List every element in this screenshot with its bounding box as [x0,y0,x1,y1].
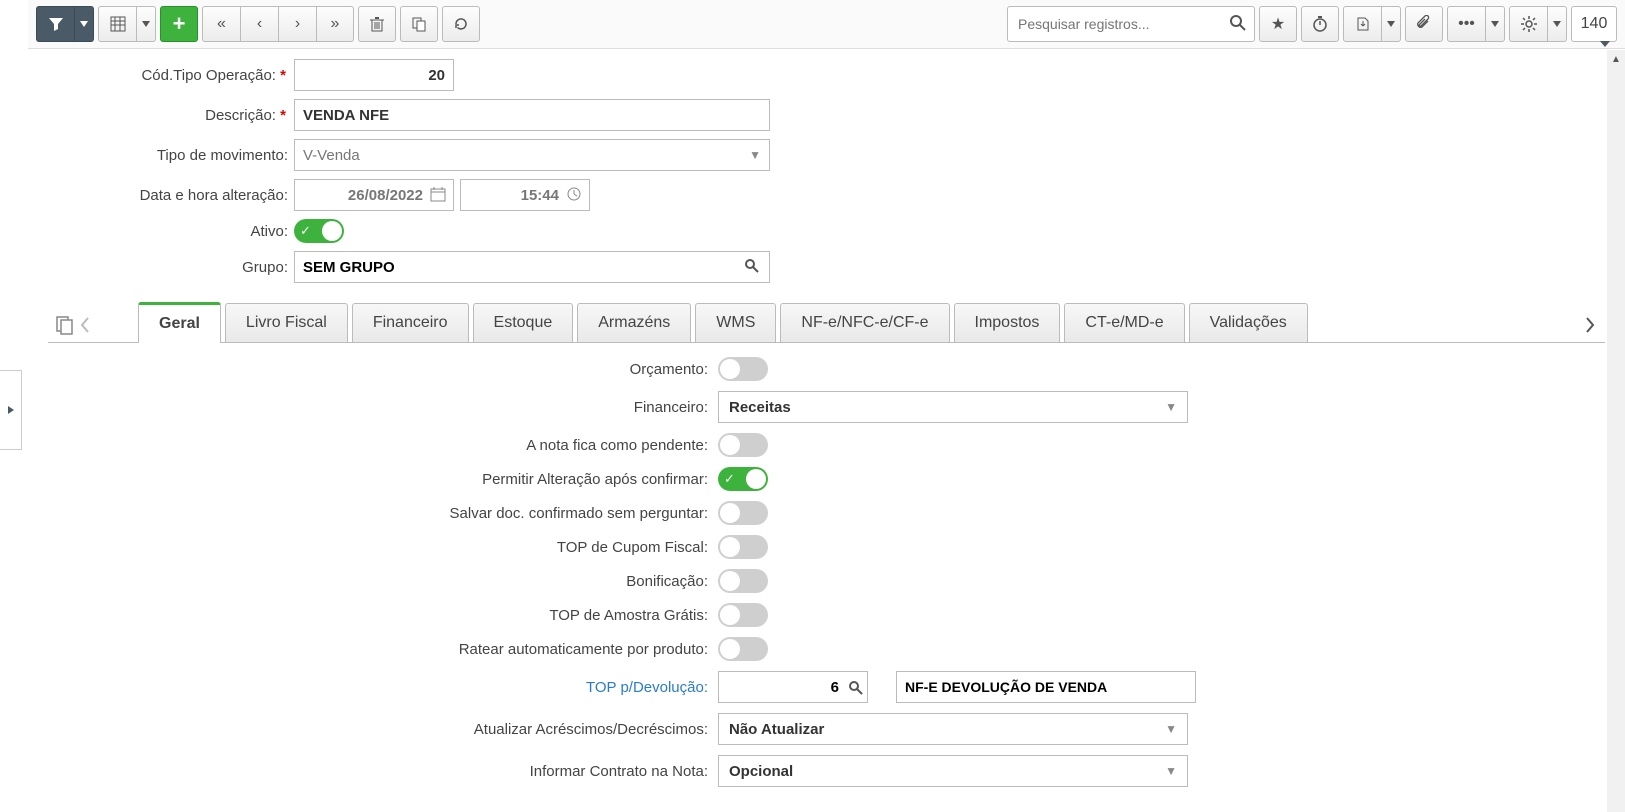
financeiro-select[interactable]: Receitas ▼ [718,391,1188,423]
label-atualizar-acrescimos: Atualizar Acréscimos/Decréscimos: [48,721,708,738]
chevron-down-icon: ▼ [1165,400,1177,414]
informar-contrato-value: Opcional [729,763,793,780]
top-amostra-toggle[interactable] [718,603,768,627]
search-icon [1229,14,1247,32]
permitir-alteracao-toggle[interactable]: ✓ [718,467,768,491]
refresh-button[interactable] [442,6,480,42]
tab-livro-fiscal[interactable]: Livro Fiscal [225,303,348,342]
chevron-down-icon: ▼ [1165,764,1177,778]
label-data-alteracao: Data e hora alteração: [48,187,288,204]
label-financeiro: Financeiro: [48,399,708,416]
tabstrip: Geral Livro Fiscal Financeiro Estoque Ar… [48,301,1605,343]
grupo-input[interactable] [294,251,770,283]
top-cupom-toggle[interactable] [718,535,768,559]
search-icon [848,680,864,696]
descricao-input[interactable] [294,99,770,131]
settings-button[interactable] [1509,6,1547,42]
label-orcamento: Orçamento: [48,361,708,378]
tab-nfe[interactable]: NF-e/NFC-e/CF-e [780,303,949,342]
tab-financeiro[interactable]: Financeiro [352,303,469,342]
grid-view-button[interactable] [98,6,136,42]
copy-tabs-icon[interactable] [54,314,76,336]
orcamento-toggle[interactable] [718,357,768,381]
data-input[interactable] [294,179,454,211]
last-record-button[interactable]: » [316,6,354,42]
financeiro-value: Receitas [729,399,791,416]
filter-button[interactable] [36,6,74,42]
form-header: Cód.Tipo Operação: * Descrição: * Tipo d… [28,49,1625,343]
export-dropdown[interactable] [1381,6,1401,42]
tab-armazens[interactable]: Armazéns [577,303,691,342]
delete-button[interactable] [358,6,396,42]
label-top-devolucao[interactable]: TOP p/Devolução: [48,679,708,696]
tab-content-geral: Orçamento: Financeiro: Receitas ▼ A nota… [28,343,1625,812]
label-bonificacao: Bonificação: [48,573,708,590]
hora-input[interactable] [460,179,590,211]
label-ratear: Ratear automaticamente por produto: [48,641,708,658]
tab-cte[interactable]: CT-e/MD-e [1064,303,1184,342]
tab-impostos[interactable]: Impostos [954,303,1061,342]
export-button[interactable] [1343,6,1381,42]
top-devolucao-code-input[interactable] [718,671,868,703]
search-input[interactable] [1007,6,1255,42]
toolbar: + « ‹ › » ★ [28,0,1625,49]
ratear-toggle[interactable] [718,637,768,661]
next-record-button[interactable]: › [278,6,316,42]
label-salvar-sem-perguntar: Salvar doc. confirmado sem perguntar: [48,505,708,522]
label-grupo: Grupo: [48,259,288,276]
tab-estoque[interactable]: Estoque [473,303,574,342]
atualizar-acrescimos-value: Não Atualizar [729,721,824,738]
nota-pendente-toggle[interactable] [718,433,768,457]
label-top-cupom: TOP de Cupom Fiscal: [48,539,708,556]
filter-dropdown[interactable] [74,6,94,42]
tipo-movimento-value: V-Venda [303,147,360,164]
more-dropdown[interactable] [1485,6,1505,42]
tab-scroll-left[interactable] [78,314,92,336]
label-permitir-alteracao: Permitir Alteração após confirmar: [48,471,708,488]
chevron-down-icon: ▼ [749,148,761,162]
label-codigo: Cód.Tipo Operação: * [48,67,288,84]
tab-geral[interactable]: Geral [138,302,221,343]
tab-wms[interactable]: WMS [695,303,776,342]
tipo-movimento-select[interactable]: V-Venda ▼ [294,139,770,171]
scroll-up-icon: ▲ [1607,50,1625,68]
prev-record-button[interactable]: ‹ [240,6,278,42]
label-nota-pendente: A nota fica como pendente: [48,437,708,454]
informar-contrato-select[interactable]: Opcional ▼ [718,755,1188,787]
record-count[interactable]: 140 [1571,6,1617,42]
settings-dropdown[interactable] [1547,6,1567,42]
salvar-sem-perguntar-toggle[interactable] [718,501,768,525]
favorite-button[interactable]: ★ [1259,6,1297,42]
label-top-amostra: TOP de Amostra Grátis: [48,607,708,624]
top-devolucao-desc-input[interactable] [896,671,1196,703]
grid-view-dropdown[interactable] [136,6,156,42]
left-panel-expand[interactable] [0,370,22,450]
timer-button[interactable] [1301,6,1339,42]
tab-validacoes[interactable]: Validações [1189,303,1308,342]
label-ativo: Ativo: [48,223,288,240]
chevron-down-icon: ▼ [1165,722,1177,736]
outer-scrollbar[interactable]: ▲ [1607,50,1625,812]
label-tipo-movimento: Tipo de movimento: [48,147,288,164]
tab-scroll-right[interactable] [1583,314,1597,336]
label-informar-contrato: Informar Contrato na Nota: [48,763,708,780]
label-descricao: Descrição: * [48,107,288,124]
ativo-toggle[interactable]: ✓ [294,219,344,243]
add-button[interactable]: + [160,6,198,42]
bonificacao-toggle[interactable] [718,569,768,593]
atualizar-acrescimos-select[interactable]: Não Atualizar ▼ [718,713,1188,745]
more-button[interactable]: ••• [1447,6,1485,42]
attachment-button[interactable] [1405,6,1443,42]
codigo-input[interactable] [294,59,454,91]
first-record-button[interactable]: « [202,6,240,42]
copy-button[interactable] [400,6,438,42]
